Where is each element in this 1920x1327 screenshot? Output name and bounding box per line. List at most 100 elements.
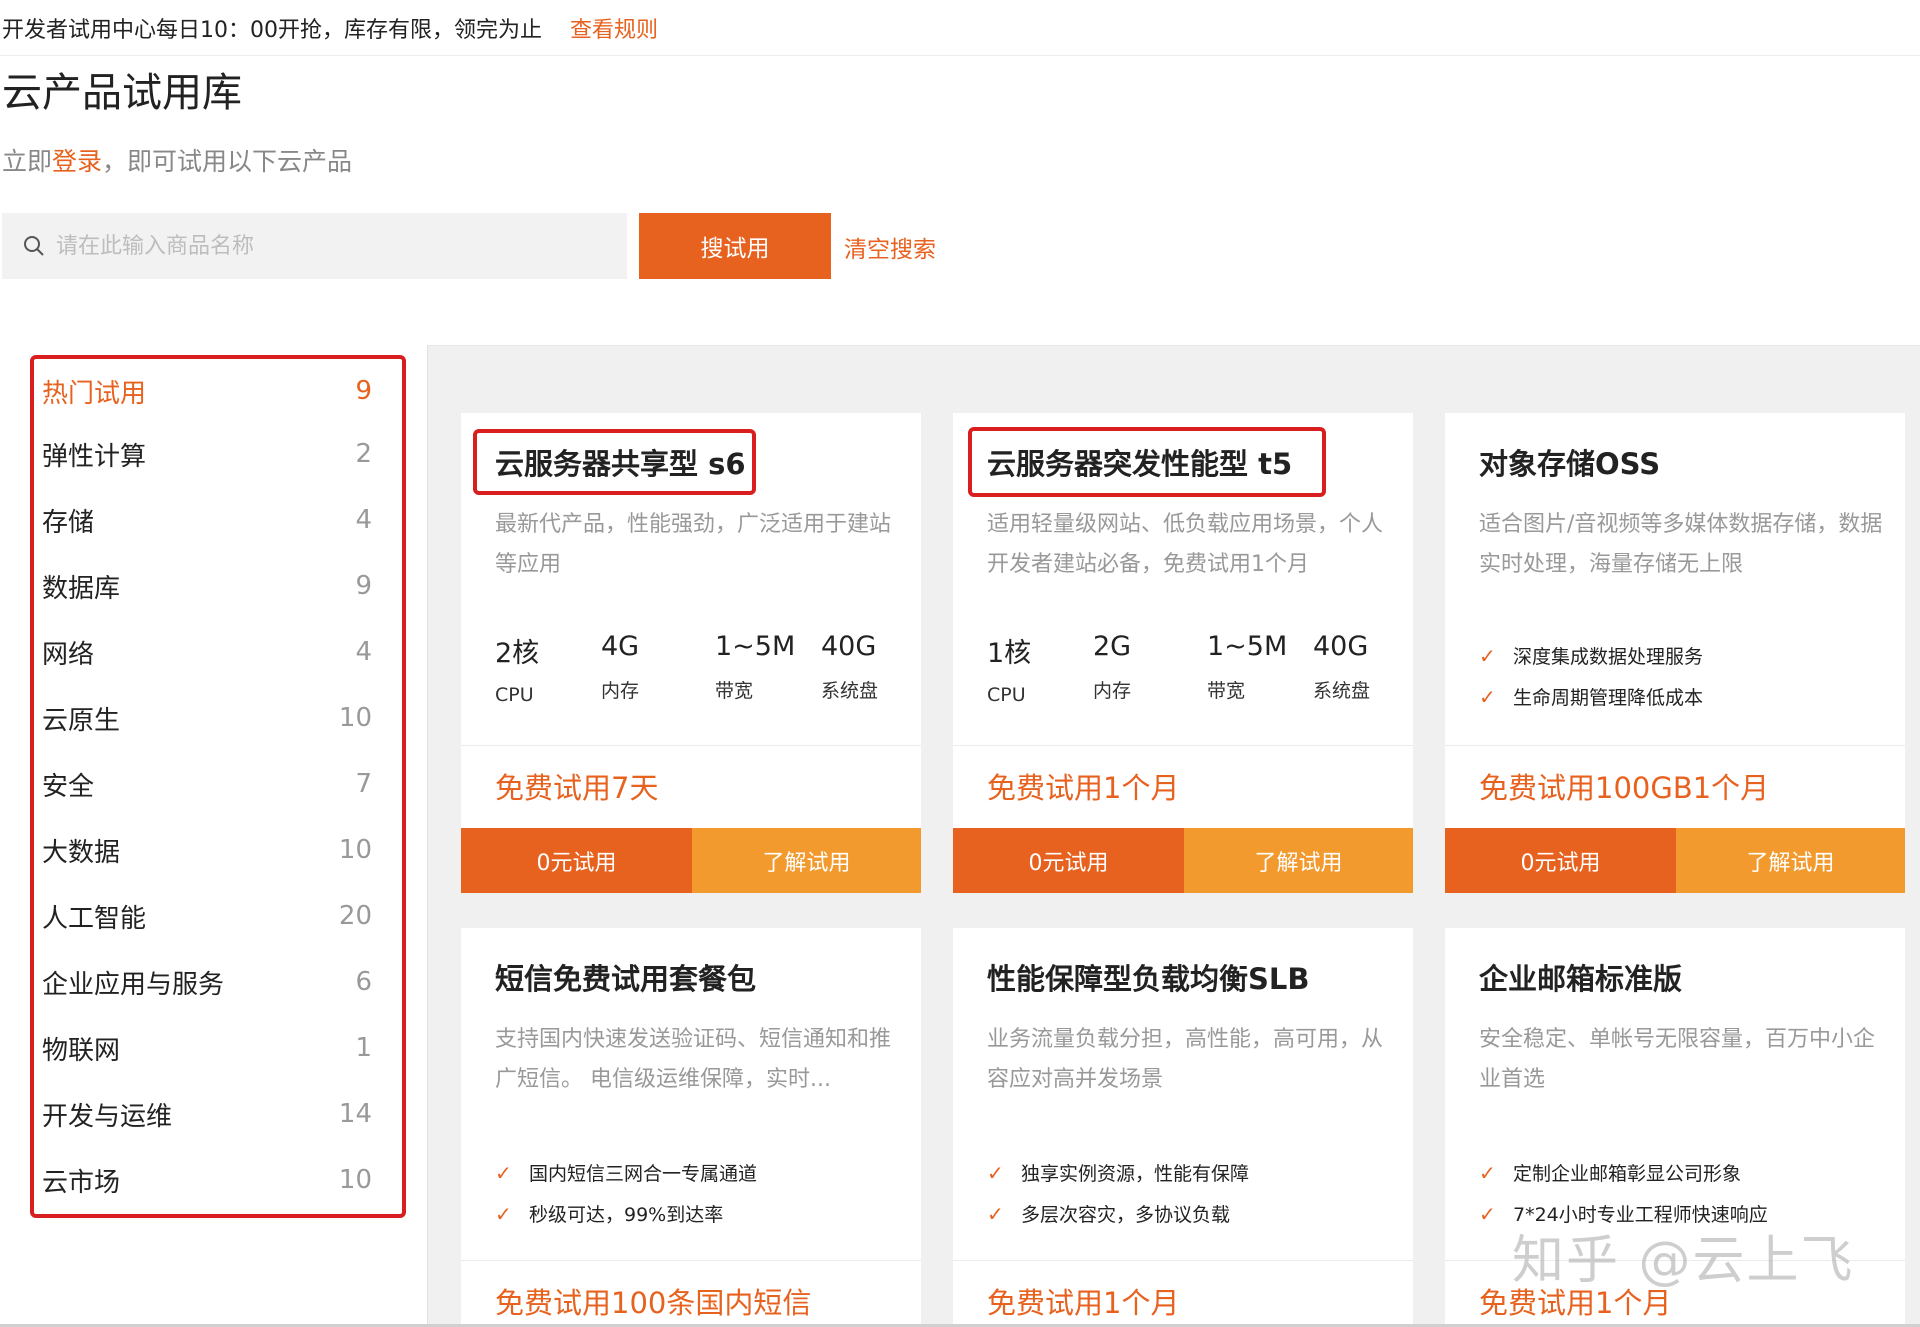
category-item-ai[interactable]: 人工智能 20 bbox=[42, 883, 372, 949]
login-prompt: 立即登录，即可试用以下云产品 bbox=[2, 142, 352, 178]
category-count: 1 bbox=[355, 1033, 372, 1063]
category-count: 10 bbox=[338, 1165, 372, 1195]
view-rules-link[interactable]: 查看规则 bbox=[570, 12, 658, 44]
notice-text: 开发者试用中心每日10：00开抢，库存有限，领完为止 bbox=[2, 17, 542, 43]
spec-value: 40G bbox=[821, 631, 877, 662]
spec-label: 内存 bbox=[601, 680, 640, 702]
category-item-enterprise[interactable]: 企业应用与服务 6 bbox=[42, 949, 372, 1015]
category-label: 热门试用 bbox=[42, 378, 147, 409]
card-divider bbox=[1445, 745, 1905, 746]
category-label: 安全 bbox=[42, 771, 95, 802]
category-count: 7 bbox=[355, 769, 372, 799]
category-label: 数据库 bbox=[42, 573, 121, 604]
category-label: 弹性计算 bbox=[42, 441, 147, 472]
category-label: 人工智能 bbox=[42, 903, 147, 934]
product-card: 云服务器突发性能型 t5 适用轻量级网站、低负载应用场景，个人开发者建站必备，免… bbox=[953, 413, 1413, 893]
category-item-iot[interactable]: 物联网 1 bbox=[42, 1015, 372, 1081]
trial-offer: 免费试用1个月 bbox=[987, 1286, 1180, 1320]
spec-value: 1~5M bbox=[1207, 631, 1288, 662]
zero-yuan-trial-button[interactable]: 0元试用 bbox=[953, 828, 1184, 893]
trial-offer: 免费试用100GB1个月 bbox=[1479, 771, 1770, 805]
card-divider bbox=[953, 1260, 1413, 1261]
spec-cpu: 2核 CPU bbox=[495, 631, 601, 706]
category-count: 14 bbox=[338, 1099, 372, 1129]
feature-text: 深度集成数据处理服务 bbox=[1513, 646, 1704, 668]
category-item-cloud-native[interactable]: 云原生 10 bbox=[42, 685, 372, 751]
spec-list: 1核 CPU 2G 内存 1~5M 带宽 40G 系统盘 bbox=[987, 631, 1387, 706]
product-card: 性能保障型负载均衡SLB 业务流量负载分担，高性能，高可用，从容应对高并发场景 … bbox=[953, 928, 1413, 1327]
zero-yuan-trial-button[interactable]: 0元试用 bbox=[1445, 828, 1676, 893]
check-icon: ✓ bbox=[495, 1201, 512, 1226]
spec-label: 系统盘 bbox=[821, 680, 879, 702]
category-count: 2 bbox=[355, 439, 372, 469]
card-description: 最新代产品，性能强劲，广泛适用于建站等应用 bbox=[495, 512, 892, 577]
card-description: 适合图片/音视频等多媒体数据存储，数据实时处理，海量存储无上限 bbox=[1479, 512, 1883, 577]
check-icon: ✓ bbox=[1479, 684, 1496, 709]
spec-memory: 4G 内存 bbox=[601, 631, 715, 706]
trial-offer: 免费试用1个月 bbox=[987, 771, 1180, 805]
category-item-storage[interactable]: 存储 4 bbox=[42, 487, 372, 553]
learn-trial-button[interactable]: 了解试用 bbox=[1184, 828, 1413, 893]
category-count: 20 bbox=[338, 901, 372, 931]
check-icon: ✓ bbox=[1479, 1201, 1496, 1226]
spec-list: 2核 CPU 4G 内存 1~5M 带宽 40G 系统盘 bbox=[495, 631, 895, 706]
spec-value: 1核 bbox=[987, 638, 1032, 669]
search-box bbox=[2, 213, 627, 279]
category-label: 大数据 bbox=[42, 837, 121, 868]
trial-offer: 免费试用100条国内短信 bbox=[495, 1286, 812, 1320]
category-label: 存储 bbox=[42, 507, 95, 538]
product-card: 短信免费试用套餐包 支持国内快速发送验证码、短信通知和推广短信。 电信级运维保障… bbox=[461, 928, 921, 1327]
spec-label: CPU bbox=[495, 684, 534, 706]
login-prompt-prefix: 立即 bbox=[2, 147, 53, 176]
feature-list: ✓ 深度集成数据处理服务 ✓ 生命周期管理降低成本 bbox=[1479, 635, 1703, 717]
feature-item: ✓ 多层次容灾，多协议负载 bbox=[987, 1193, 1249, 1234]
card-actions: 0元试用 了解试用 bbox=[953, 828, 1413, 893]
spec-label: CPU bbox=[987, 684, 1026, 706]
spec-label: 内存 bbox=[1093, 680, 1132, 702]
card-title: 性能保障型负载均衡SLB bbox=[987, 962, 1310, 996]
category-item-big-data[interactable]: 大数据 10 bbox=[42, 817, 372, 883]
feature-text: 秒级可达，99%到达率 bbox=[529, 1204, 724, 1226]
spec-disk: 40G 系统盘 bbox=[1313, 631, 1387, 706]
search-input[interactable] bbox=[56, 233, 596, 259]
zero-yuan-trial-button[interactable]: 0元试用 bbox=[461, 828, 692, 893]
feature-item: ✓ 生命周期管理降低成本 bbox=[1479, 676, 1703, 717]
feature-text: 生命周期管理降低成本 bbox=[1513, 687, 1704, 709]
category-item-network[interactable]: 网络 4 bbox=[42, 619, 372, 685]
clear-search-link[interactable]: 清空搜索 bbox=[844, 230, 936, 264]
category-count: 6 bbox=[355, 967, 372, 997]
category-item-compute[interactable]: 弹性计算 2 bbox=[42, 421, 372, 487]
feature-list: ✓ 独享实例资源，性能有保障 ✓ 多层次容灾，多协议负载 bbox=[987, 1152, 1249, 1234]
spec-value: 2G bbox=[1093, 631, 1132, 662]
feature-item: ✓ 定制企业邮箱彰显公司形象 bbox=[1479, 1152, 1768, 1193]
spec-value: 40G bbox=[1313, 631, 1369, 662]
category-item-hot[interactable]: 热门试用 9 bbox=[42, 361, 372, 421]
feature-item: ✓ 国内短信三网合一专属通道 bbox=[495, 1152, 757, 1193]
feature-item: ✓ 秒级可达，99%到达率 bbox=[495, 1193, 757, 1234]
spec-label: 带宽 bbox=[715, 680, 754, 702]
category-label: 物联网 bbox=[42, 1035, 121, 1066]
login-link[interactable]: 登录 bbox=[52, 147, 102, 176]
card-description: 支持国内快速发送验证码、短信通知和推广短信。 电信级运维保障，实时... bbox=[495, 1027, 892, 1092]
learn-trial-button[interactable]: 了解试用 bbox=[692, 828, 921, 893]
feature-text: 多层次容灾，多协议负载 bbox=[1021, 1204, 1231, 1226]
check-icon: ✓ bbox=[1479, 1160, 1496, 1185]
check-icon: ✓ bbox=[1479, 643, 1496, 668]
trial-offer: 免费试用7天 bbox=[495, 771, 659, 805]
spec-bandwidth: 1~5M 带宽 bbox=[1207, 631, 1313, 706]
check-icon: ✓ bbox=[495, 1160, 512, 1185]
card-description: 适用轻量级网站、低负载应用场景，个人开发者建站必备，免费试用1个月 bbox=[987, 512, 1384, 577]
category-item-devops[interactable]: 开发与运维 14 bbox=[42, 1081, 372, 1147]
search-button[interactable]: 搜试用 bbox=[639, 213, 831, 279]
learn-trial-button[interactable]: 了解试用 bbox=[1676, 828, 1905, 893]
notice-bar: 开发者试用中心每日10：00开抢，库存有限，领完为止 查看规则 bbox=[0, 0, 1920, 56]
spec-value: 2核 bbox=[495, 638, 540, 669]
category-label: 开发与运维 bbox=[42, 1101, 173, 1132]
category-item-marketplace[interactable]: 云市场 10 bbox=[42, 1147, 372, 1213]
category-count: 9 bbox=[355, 376, 372, 406]
card-title: 云服务器突发性能型 t5 bbox=[987, 447, 1293, 481]
spec-label: 带宽 bbox=[1207, 680, 1246, 702]
category-item-security[interactable]: 安全 7 bbox=[42, 751, 372, 817]
category-item-database[interactable]: 数据库 9 bbox=[42, 553, 372, 619]
card-divider bbox=[461, 745, 921, 746]
